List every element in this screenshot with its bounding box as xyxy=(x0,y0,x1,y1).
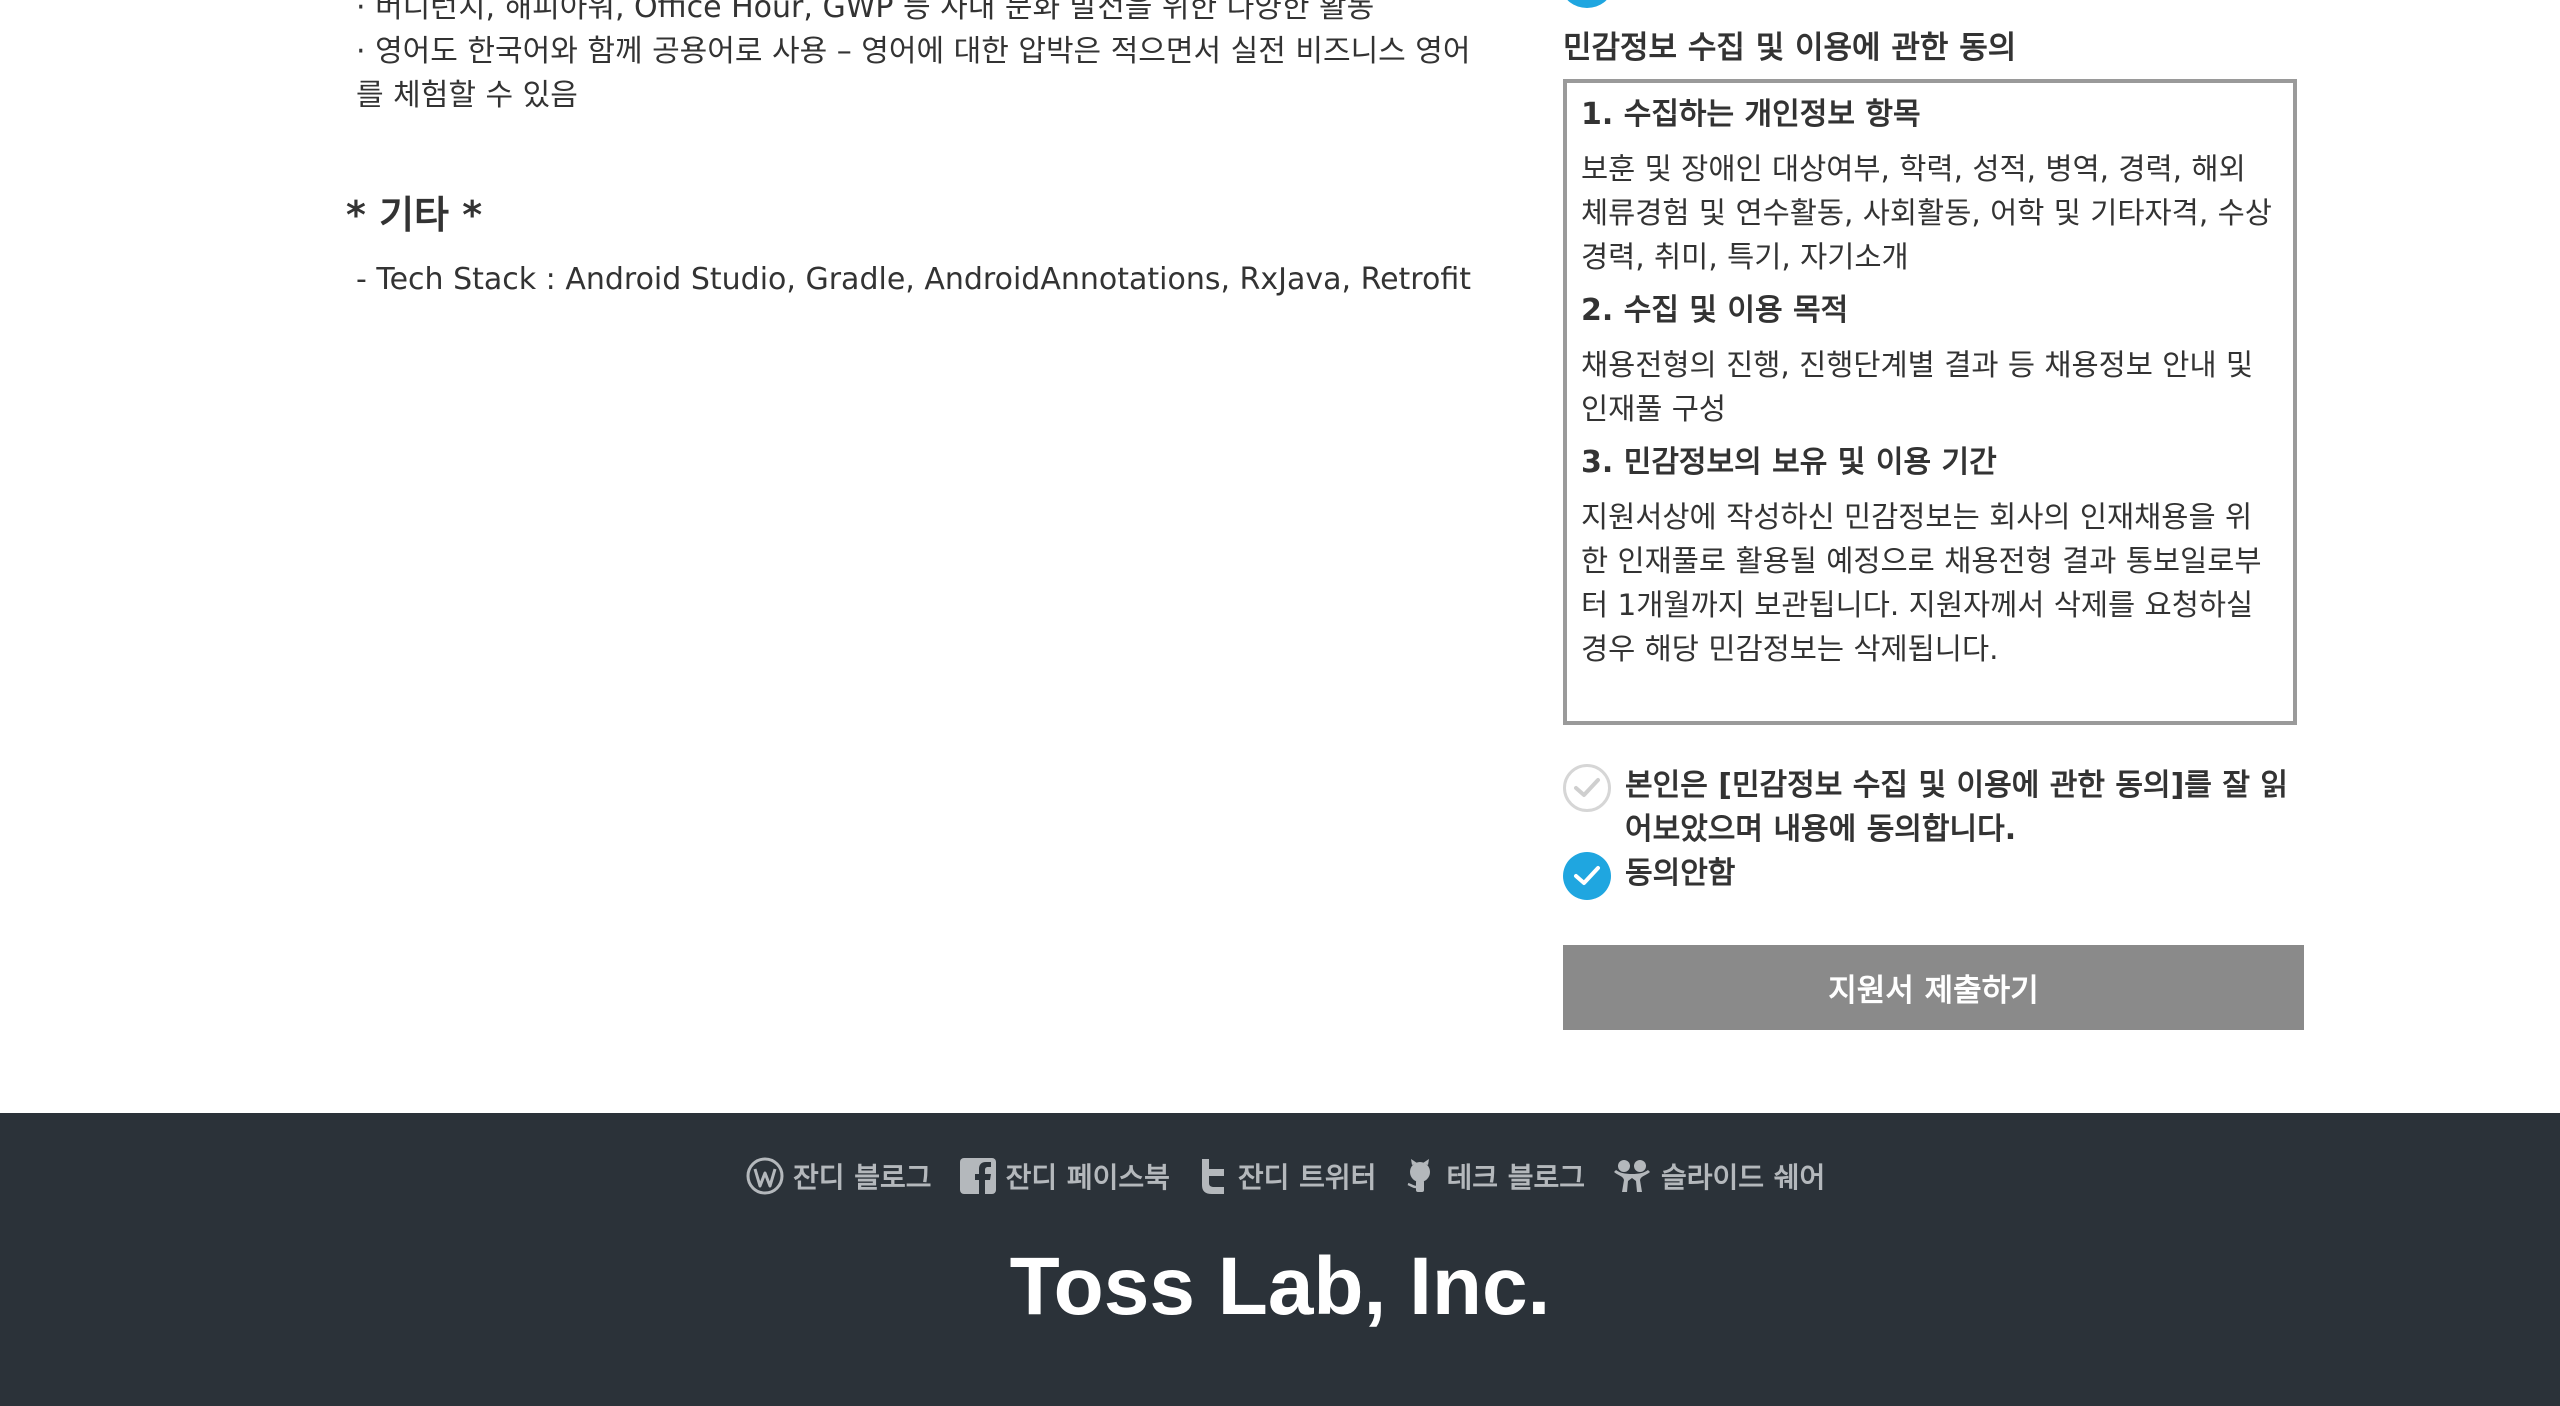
github-icon xyxy=(1407,1159,1431,1192)
footer-link-twitter[interactable]: 잔디 트위터 xyxy=(1196,1156,1377,1196)
perk-bullet: · 버디런치, 해피아워, Office Hour, GWP 등 사내 문화 발… xyxy=(356,0,1375,25)
company-name: Toss Lab, Inc. xyxy=(1009,1241,1551,1332)
footer-link-label: 테크 블로그 xyxy=(1446,1161,1585,1194)
previous-checkbox-partial[interactable] xyxy=(1563,0,1611,8)
agree-checkbox[interactable] xyxy=(1563,764,1611,812)
tech-stack-text: - Tech Stack : Android Studio, Gradle, A… xyxy=(356,262,1471,297)
disagree-checkbox[interactable] xyxy=(1563,852,1611,900)
footer-link-label: 잔디 페이스북 xyxy=(1005,1161,1170,1194)
footer-link-techblog[interactable]: 테크 블로그 xyxy=(1402,1156,1585,1196)
wordpress-icon xyxy=(746,1157,784,1195)
footer-link-label: 잔디 블로그 xyxy=(793,1161,932,1194)
terms-body: 채용전형의 진행, 진행단계별 결과 등 채용정보 안내 및 인재풀 구성 xyxy=(1581,348,2254,426)
slideshare-icon xyxy=(1614,1160,1650,1192)
terms-body: 지원서상에 작성하신 민감정보는 회사의 인재채용을 위한 인재풀로 활용될 예… xyxy=(1581,500,2262,666)
perk-bullet-continued: 를 체험할 수 있음 xyxy=(356,78,578,113)
footer-link-facebook[interactable]: 잔디 페이스북 xyxy=(958,1156,1170,1196)
terms-body: 보훈 및 장애인 대상여부, 학력, 성적, 병역, 경력, 해외 체류경험 및… xyxy=(1581,152,2272,274)
perk-bullet: · 영어도 한국어와 함께 공용어로 사용 – 영어에 대한 압박은 적으면서 … xyxy=(356,34,1471,69)
footer-links: 잔디 블로그 잔디 페이스북 잔디 트위터 테크 블로그 슬라이드 쉐어 xyxy=(745,1156,1851,1196)
footer-link-slideshare[interactable]: 슬라이드 쉐어 xyxy=(1611,1156,1825,1196)
consent-title: 민감정보 수집 및 이용에 관한 동의 xyxy=(1563,30,2017,66)
terms-heading: 2. 수집 및 이용 목적 xyxy=(1581,293,1849,328)
submit-application-button[interactable]: 지원서 제출하기 xyxy=(1563,945,2304,1030)
agree-option[interactable]: 본인은 [민감정보 수집 및 이용에 관한 동의]를 잘 읽어보았으며 내용에 … xyxy=(1563,764,2304,852)
section-title-etc: * 기타 * xyxy=(346,193,483,237)
footer-link-label: 잔디 트위터 xyxy=(1237,1161,1377,1194)
agree-label[interactable]: 본인은 [민감정보 수집 및 이용에 관한 동의]를 잘 읽어보았으며 내용에 … xyxy=(1625,764,2303,852)
checkmark-icon xyxy=(1574,866,1600,885)
disagree-option[interactable]: 동의안함 xyxy=(1563,852,1735,900)
footer-link-blog[interactable]: 잔디 블로그 xyxy=(745,1156,932,1196)
terms-heading: 1. 수집하는 개인정보 항목 xyxy=(1581,97,1921,132)
disagree-label[interactable]: 동의안함 xyxy=(1625,852,1735,896)
checkmark-icon xyxy=(1574,778,1600,797)
facebook-icon xyxy=(959,1158,996,1194)
consent-terms-box[interactable]: 1. 수집하는 개인정보 항목 보훈 및 장애인 대상여부, 학력, 성적, 병… xyxy=(1563,79,2297,725)
terms-heading: 3. 민감정보의 보유 및 이용 기간 xyxy=(1581,445,1997,480)
twitter-icon xyxy=(1201,1159,1224,1194)
footer-link-label: 슬라이드 쉐어 xyxy=(1661,1161,1826,1194)
